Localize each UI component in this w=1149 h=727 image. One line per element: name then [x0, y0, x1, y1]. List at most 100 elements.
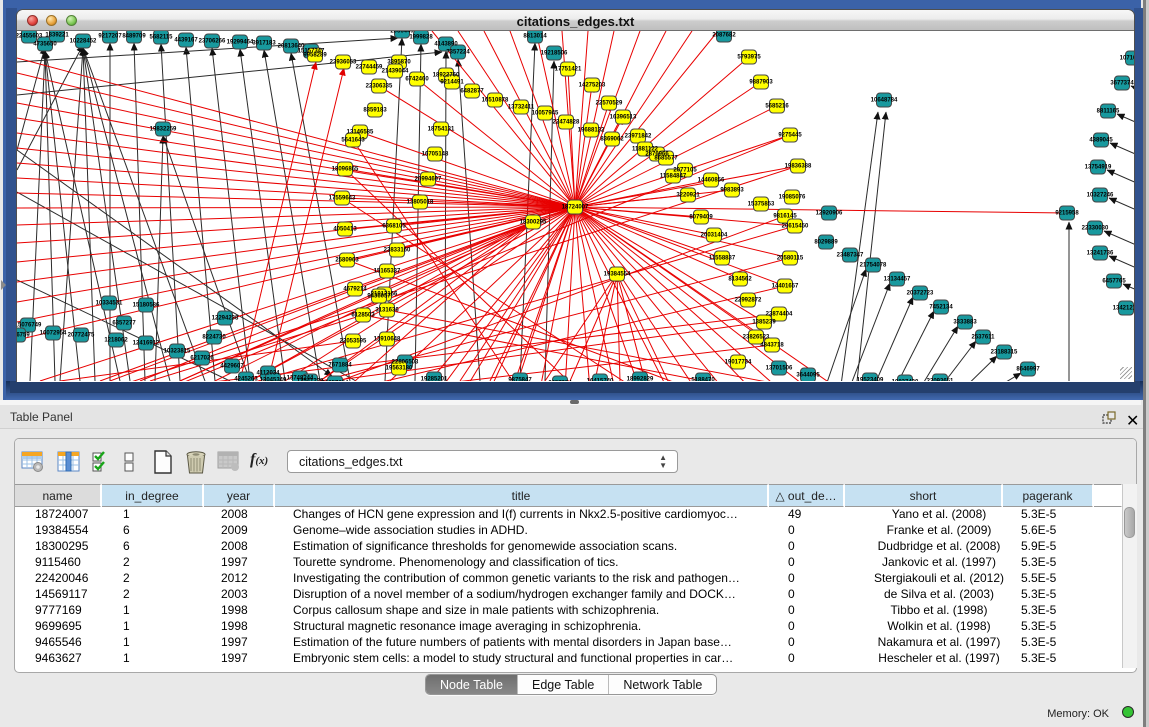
svg-text:5685216: 5685216 — [765, 104, 789, 110]
svg-text:7452134: 7452134 — [929, 305, 953, 311]
svg-text:8079409: 8079409 — [689, 215, 713, 221]
svg-text:12920906: 12920906 — [816, 211, 843, 217]
svg-text:13701506: 13701506 — [766, 366, 793, 372]
svg-text:8224730: 8224730 — [202, 335, 226, 341]
svg-text:19017734: 19017734 — [725, 360, 752, 366]
svg-text:23706266: 23706266 — [199, 39, 226, 45]
svg-text:19688132: 19688132 — [578, 128, 605, 134]
svg-text:13754919: 13754919 — [1085, 165, 1112, 171]
svg-text:5793975: 5793975 — [737, 55, 761, 61]
svg-text:23833160: 23833160 — [384, 248, 411, 254]
svg-text:8646997: 8646997 — [1016, 367, 1040, 373]
svg-text:16510878: 16510878 — [482, 98, 509, 104]
svg-text:10057945: 10057945 — [532, 111, 559, 117]
svg-text:22093651: 22093651 — [927, 379, 954, 382]
svg-text:5682115: 5682115 — [149, 35, 173, 41]
svg-text:19563180: 19563180 — [386, 366, 413, 372]
svg-text:9275445: 9275445 — [778, 133, 802, 139]
svg-text:21257684: 21257684 — [322, 381, 349, 382]
svg-text:6742460: 6742460 — [405, 77, 429, 83]
svg-text:6357277: 6357277 — [112, 321, 136, 327]
svg-text:3644095: 3644095 — [796, 373, 820, 379]
svg-text:9958289: 9958289 — [303, 53, 327, 59]
svg-text:13805018: 13805018 — [407, 200, 434, 206]
svg-text:17559643: 17559643 — [329, 196, 356, 202]
svg-text:16072954: 16072954 — [40, 331, 67, 337]
svg-text:3220921: 3220921 — [676, 193, 700, 199]
svg-text:3395870: 3395870 — [387, 60, 411, 66]
svg-text:23936053: 23936053 — [330, 60, 357, 66]
svg-text:11584847: 11584847 — [660, 174, 687, 180]
svg-text:19218506: 19218506 — [541, 51, 568, 57]
svg-text:13045349: 13045349 — [260, 378, 287, 382]
svg-text:15375853: 15375853 — [748, 202, 775, 208]
svg-text:8811165: 8811165 — [1097, 109, 1120, 115]
svg-text:18754131: 18754131 — [428, 127, 455, 133]
svg-text:9217207: 9217207 — [98, 34, 122, 40]
svg-text:2580963: 2580963 — [335, 258, 359, 264]
svg-text:6457765: 6457765 — [1102, 279, 1126, 285]
svg-text:19384554: 19384554 — [604, 272, 631, 278]
svg-text:9816145: 9816145 — [773, 214, 797, 220]
svg-text:23487347: 23487347 — [837, 253, 864, 259]
svg-text:1999828: 1999828 — [409, 35, 433, 41]
svg-text:6368105: 6368105 — [382, 224, 406, 230]
svg-text:9983893: 9983893 — [720, 188, 744, 194]
svg-text:21439044: 21439044 — [382, 69, 409, 75]
svg-text:5188470: 5188470 — [691, 378, 715, 382]
svg-text:19523409: 19523409 — [857, 378, 884, 382]
svg-text:8134562: 8134562 — [728, 277, 752, 283]
svg-text:8685577: 8685577 — [654, 156, 678, 162]
svg-text:2087682: 2087682 — [712, 33, 736, 39]
svg-text:1218062: 1218062 — [104, 338, 128, 344]
svg-text:14275203: 14275203 — [579, 83, 606, 89]
svg-text:10323815: 10323815 — [164, 349, 191, 355]
svg-text:9214491: 9214491 — [440, 80, 464, 86]
svg-text:4112034: 4112034 — [256, 371, 280, 377]
svg-text:22570529: 22570529 — [596, 101, 623, 107]
svg-text:23188315: 23188315 — [991, 350, 1018, 356]
svg-text:2537611: 2537611 — [971, 335, 995, 341]
svg-text:22306335: 22306335 — [366, 84, 393, 90]
svg-text:22744459: 22744459 — [356, 65, 383, 71]
svg-text:3333883: 3333883 — [953, 320, 977, 326]
svg-text:22992872: 22992872 — [735, 298, 762, 304]
svg-text:12294238: 12294238 — [212, 316, 239, 322]
svg-text:6217026: 6217026 — [190, 356, 214, 362]
svg-text:20994697: 20994697 — [415, 177, 442, 183]
svg-text:5641643: 5641643 — [341, 138, 365, 144]
svg-text:1385239: 1385239 — [752, 320, 776, 326]
svg-text:10710248: 10710248 — [1120, 56, 1134, 62]
svg-text:10837430: 10837430 — [892, 380, 919, 382]
svg-text:8396759: 8396759 — [17, 333, 30, 339]
svg-text:8489709: 8489709 — [122, 34, 146, 40]
svg-text:7357224: 7357224 — [446, 50, 470, 56]
svg-text:19832259: 19832259 — [150, 127, 177, 133]
svg-text:6128503: 6128503 — [351, 313, 375, 319]
svg-text:20580115: 20580115 — [777, 256, 804, 262]
svg-text:13421212: 13421212 — [1113, 306, 1134, 312]
svg-text:20031404: 20031404 — [701, 233, 728, 239]
svg-text:15180586: 15180586 — [133, 303, 160, 309]
svg-text:4143890: 4143890 — [434, 42, 458, 48]
svg-text:21754078: 21754078 — [860, 263, 887, 269]
svg-text:7671884: 7671884 — [328, 363, 352, 369]
svg-text:20772475: 20772475 — [68, 333, 95, 339]
svg-text:22474828: 22474828 — [553, 120, 580, 126]
svg-text:13910648: 13910648 — [374, 337, 401, 343]
svg-text:16396513: 16396513 — [610, 115, 637, 121]
svg-text:10648784: 10648784 — [871, 98, 898, 104]
svg-text:10228452: 10228452 — [70, 39, 97, 45]
svg-text:4735650: 4735650 — [33, 42, 57, 48]
svg-text:4050413: 4050413 — [333, 227, 357, 233]
svg-text:9215958: 9215958 — [1055, 211, 1079, 217]
svg-text:9875847: 9875847 — [508, 378, 532, 382]
svg-text:13146585: 13146585 — [347, 130, 374, 136]
svg-text:15076749: 15076749 — [17, 323, 42, 329]
svg-text:8369062: 8369062 — [600, 137, 624, 143]
svg-text:13134457: 13134457 — [884, 277, 911, 283]
svg-text:8359183: 8359183 — [363, 108, 387, 114]
svg-text:18724007: 18724007 — [562, 205, 589, 211]
svg-text:3917183: 3917183 — [252, 41, 276, 47]
svg-text:16705148: 16705148 — [422, 152, 449, 158]
